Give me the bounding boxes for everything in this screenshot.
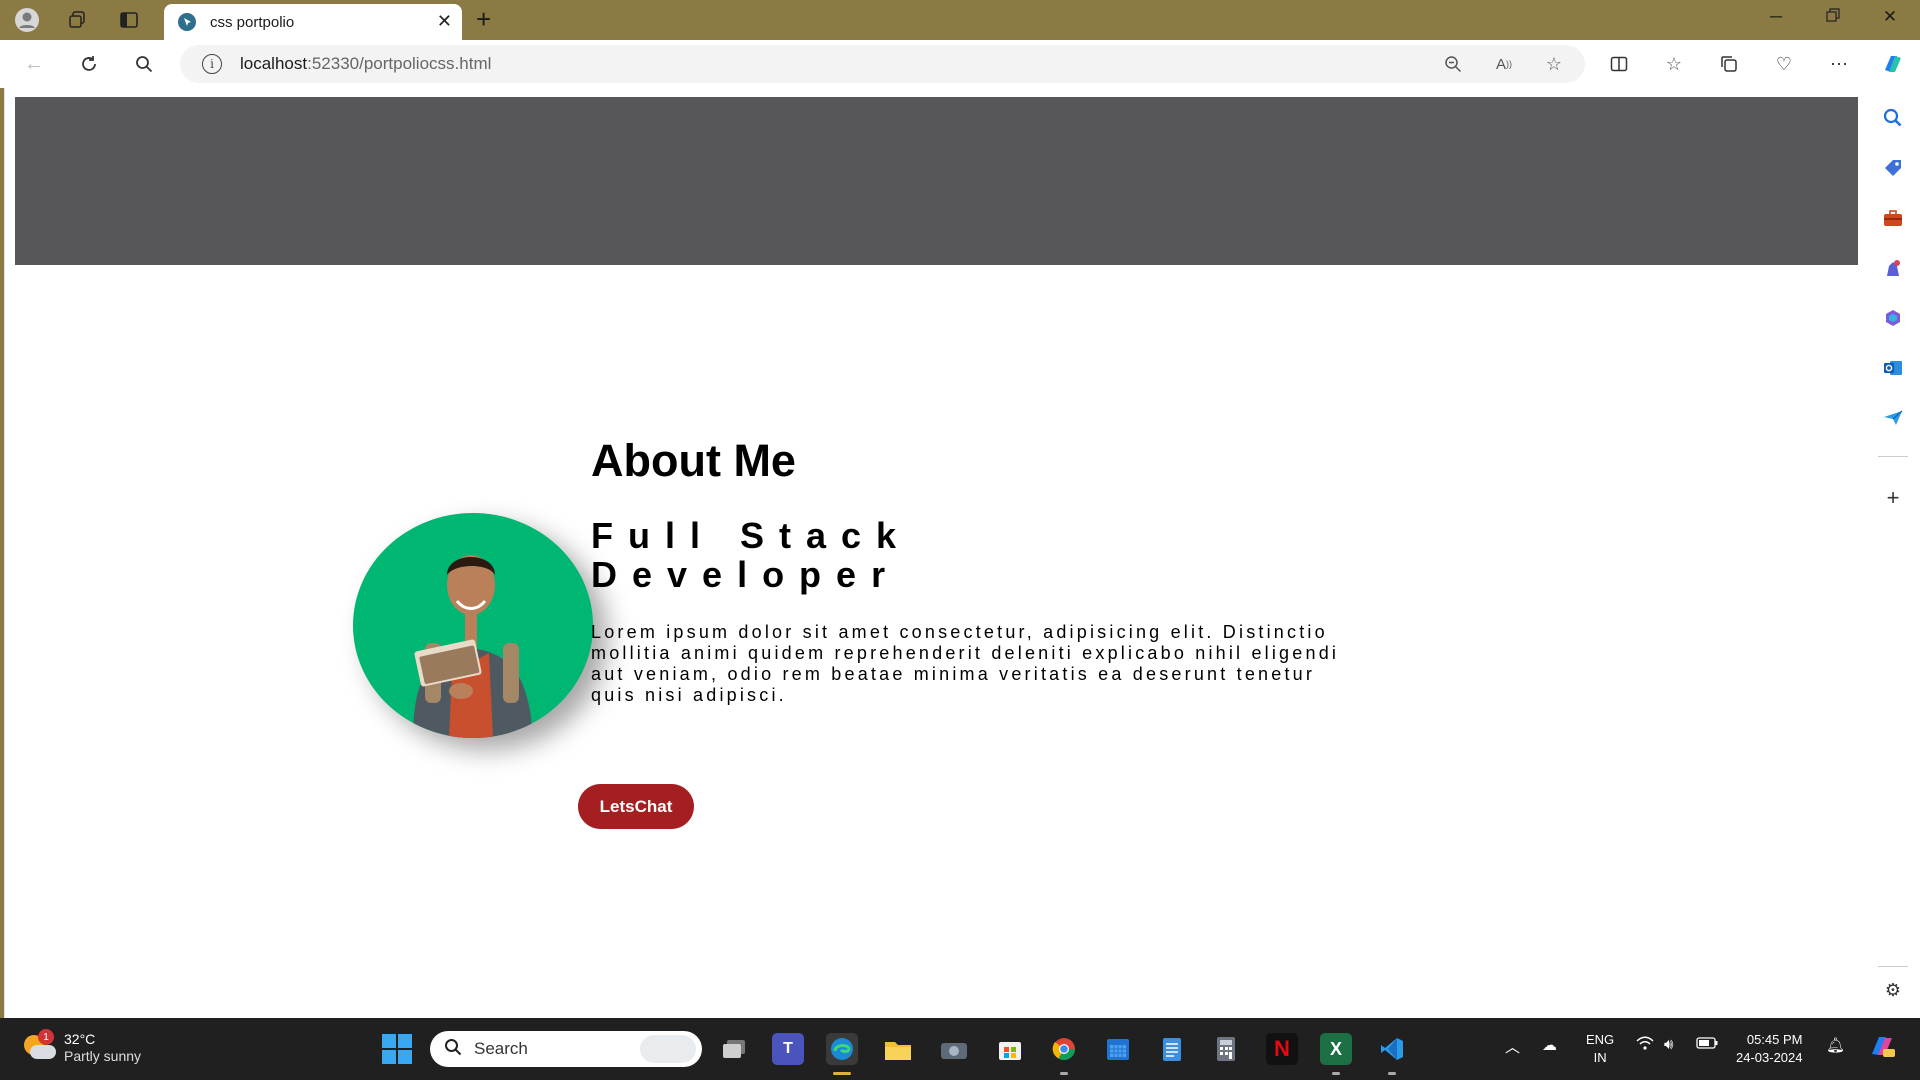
vscode-icon[interactable] bbox=[1376, 1033, 1408, 1075]
wifi-icon[interactable] bbox=[1636, 1036, 1654, 1054]
microsoft-store-icon[interactable] bbox=[994, 1033, 1026, 1065]
clock-time: 05:45 PM bbox=[1746, 1032, 1803, 1047]
file-explorer-icon[interactable] bbox=[882, 1033, 914, 1065]
volume-icon[interactable]: 🔊︎ bbox=[1664, 1036, 1673, 1053]
sidebar-search-icon[interactable] bbox=[1878, 103, 1908, 133]
windows-start-icon[interactable] bbox=[382, 1034, 412, 1064]
weather-widget[interactable]: 1 32°C Partly sunny bbox=[22, 1029, 142, 1065]
system-clock[interactable]: 05:45 PM 24-03-2024 bbox=[1736, 1031, 1803, 1067]
tab-actions-icon[interactable] bbox=[114, 6, 144, 34]
windows-taskbar: 1 32°C Partly sunny Search T N X ︿ ☁ ENG… bbox=[0, 1018, 1920, 1080]
url-path: :52330/portpoliocss.html bbox=[307, 54, 492, 73]
student-photo bbox=[413, 555, 533, 738]
sidebar-shopping-icon[interactable] bbox=[1878, 153, 1908, 183]
edge-browser-icon[interactable] bbox=[826, 1033, 858, 1075]
more-menu-icon[interactable]: ⋯ bbox=[1824, 49, 1854, 79]
partly-sunny-icon: 1 bbox=[22, 1029, 56, 1063]
search-placeholder: Search bbox=[474, 1039, 528, 1058]
netflix-icon[interactable]: N bbox=[1266, 1033, 1298, 1065]
close-tab-icon[interactable]: ✕ bbox=[437, 11, 452, 32]
about-section: About Me Full Stack Developer Lorem ipsu… bbox=[5, 88, 1866, 1018]
tab-title: css portpolio bbox=[210, 13, 295, 31]
teams-icon[interactable]: T bbox=[772, 1033, 804, 1065]
camera-icon[interactable] bbox=[938, 1033, 970, 1065]
profile-icon[interactable] bbox=[12, 6, 42, 34]
job-title: Full Stack Developer bbox=[591, 515, 912, 595]
weather-temperature: 32°C bbox=[64, 1031, 96, 1047]
sidebar-add-icon[interactable]: + bbox=[1878, 483, 1908, 513]
pin-icon bbox=[178, 13, 196, 31]
copilot-taskbar-icon[interactable] bbox=[1868, 1032, 1896, 1064]
sidebar-settings-icon[interactable]: ⚙ bbox=[1878, 975, 1908, 1005]
chrome-icon[interactable] bbox=[1048, 1033, 1080, 1075]
sidebar-copilot-icon[interactable] bbox=[1878, 303, 1908, 333]
profile-avatar bbox=[353, 513, 593, 738]
workspaces-icon[interactable] bbox=[62, 6, 92, 34]
zoom-out-icon[interactable] bbox=[1438, 49, 1468, 79]
read-aloud-icon[interactable]: A)) bbox=[1489, 49, 1519, 79]
sidebar-divider bbox=[1878, 456, 1908, 457]
browser-toolbar: ← i localhost:52330/portpoliocss.html A)… bbox=[0, 40, 1920, 88]
about-title: About Me bbox=[591, 435, 796, 486]
sidebar-divider-bottom bbox=[1878, 966, 1908, 967]
search-highlight-image bbox=[640, 1035, 696, 1063]
sidebar-send-icon[interactable] bbox=[1878, 403, 1908, 433]
tab-active[interactable]: css portpolio ✕ bbox=[164, 4, 462, 40]
minimize-icon[interactable]: ─ bbox=[1756, 7, 1796, 27]
weather-badge: 1 bbox=[38, 1029, 54, 1045]
region-code: IN bbox=[1593, 1050, 1607, 1065]
sidebar-tools-icon[interactable] bbox=[1878, 203, 1908, 233]
excel-icon[interactable]: X bbox=[1320, 1033, 1352, 1075]
favorite-star-icon[interactable]: ☆ bbox=[1539, 49, 1569, 79]
collections-icon[interactable] bbox=[1714, 49, 1744, 79]
address-bar[interactable]: i localhost:52330/portpoliocss.html bbox=[180, 45, 1585, 83]
url-host: localhost bbox=[240, 54, 308, 73]
language-code: ENG bbox=[1586, 1032, 1615, 1047]
new-tab-button[interactable]: + bbox=[476, 4, 491, 35]
close-window-icon[interactable]: ✕ bbox=[1870, 7, 1910, 27]
page-viewport: About Me Full Stack Developer Lorem ipsu… bbox=[4, 88, 1866, 1018]
site-info-icon[interactable]: i bbox=[202, 54, 222, 74]
copilot-icon[interactable] bbox=[1878, 49, 1908, 79]
notifications-bell-icon[interactable]: 🔔︎ bbox=[1826, 1036, 1845, 1054]
language-indicator[interactable]: ENG IN bbox=[1586, 1031, 1614, 1067]
back-arrow-icon[interactable]: ← bbox=[18, 49, 50, 79]
favorites-icon[interactable]: ☆ bbox=[1659, 49, 1689, 79]
onedrive-icon[interactable]: ☁ bbox=[1542, 1036, 1557, 1054]
search-icon[interactable] bbox=[128, 49, 160, 79]
search-icon bbox=[444, 1038, 462, 1061]
notepad-icon[interactable] bbox=[1156, 1033, 1188, 1065]
bio-paragraph: Lorem ipsum dolor sit amet consectetur, … bbox=[591, 622, 1340, 705]
clock-date: 24-03-2024 bbox=[1736, 1050, 1803, 1065]
weather-description: Partly sunny bbox=[64, 1048, 142, 1064]
taskbar-search[interactable]: Search bbox=[430, 1031, 702, 1067]
task-view-icon[interactable] bbox=[718, 1033, 750, 1065]
browser-title-bar: css portpolio ✕ + ─ ✕ bbox=[0, 0, 1920, 40]
restore-icon[interactable] bbox=[1813, 7, 1853, 27]
browser-essentials-icon[interactable]: ♡ bbox=[1769, 49, 1799, 79]
sidebar-games-icon[interactable] bbox=[1878, 253, 1908, 283]
sidebar-outlook-icon[interactable] bbox=[1878, 353, 1908, 383]
show-hidden-icons-icon[interactable]: ︿ bbox=[1505, 1036, 1520, 1057]
refresh-icon[interactable] bbox=[73, 49, 105, 79]
edge-sidebar: + ⚙ bbox=[1866, 88, 1920, 1018]
calculator-icon[interactable] bbox=[1210, 1033, 1242, 1065]
lets-chat-button[interactable]: LetsChat bbox=[578, 784, 694, 829]
battery-icon[interactable] bbox=[1696, 1036, 1718, 1053]
calendar-icon[interactable] bbox=[1102, 1033, 1134, 1065]
split-screen-icon[interactable] bbox=[1604, 49, 1634, 79]
